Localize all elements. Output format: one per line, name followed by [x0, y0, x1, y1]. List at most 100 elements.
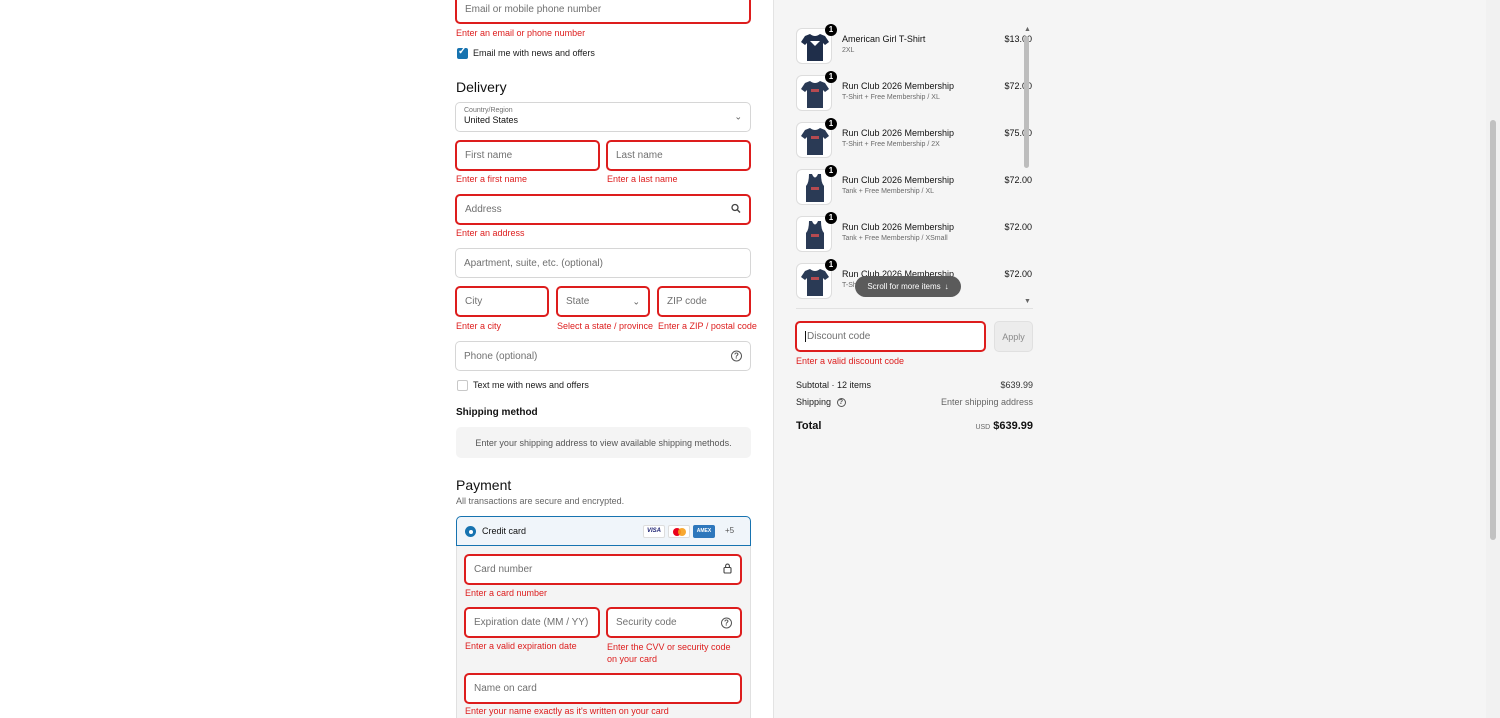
total-row: Total USD $639.99 — [796, 420, 1033, 436]
email-error: Enter an email or phone number — [456, 28, 586, 38]
item-variant: T-Shirt + Free Membership / 2X — [842, 141, 940, 148]
more-brands-label: +5 — [725, 526, 735, 535]
city-field[interactable]: City — [455, 286, 549, 317]
card-number-placeholder: Card number — [474, 564, 533, 575]
cart-scroll-down-icon[interactable]: ▼ — [1024, 298, 1031, 306]
visa-icon: VISA — [643, 525, 665, 538]
scroll-for-more-pill[interactable]: Scroll for more items ↓ — [855, 276, 961, 297]
subtotal-value: $639.99 — [1000, 380, 1033, 390]
quantity-badge: 1 — [825, 259, 837, 271]
quantity-badge: 1 — [825, 165, 837, 177]
zip-placeholder: ZIP code — [667, 296, 707, 307]
zip-field[interactable]: ZIP code — [657, 286, 751, 317]
item-variant: 2XL — [842, 47, 855, 54]
cart-items-list[interactable]: 1 American Girl T-Shirt 2XL $13.00 1 Run Club… — [790, 18, 1040, 309]
chevron-down-icon: ⌄ — [734, 111, 742, 122]
last-name-error: Enter a last name — [607, 174, 678, 184]
apartment-field[interactable]: Apartment, suite, etc. (optional) — [455, 248, 751, 278]
first-name-placeholder: First name — [465, 150, 513, 161]
credit-card-option[interactable]: Credit card VISA AMEX +5 — [456, 516, 751, 546]
item-name: Run Club 2026 Membership — [842, 222, 955, 232]
shipping-notice-text: Enter your shipping address to view avai… — [475, 437, 732, 448]
phone-field[interactable]: Phone (optional) ? — [455, 341, 751, 371]
email-field[interactable]: Email or mobile phone number — [455, 0, 751, 24]
discount-code-field[interactable]: Discount code — [795, 321, 986, 352]
page-scrollbar[interactable] — [1486, 0, 1500, 718]
lock-icon — [723, 563, 732, 577]
chevron-down-icon: ⌄ — [632, 296, 640, 306]
quantity-badge: 1 — [825, 212, 837, 224]
item-name: Run Club 2026 Membership — [842, 128, 955, 138]
payment-heading: Payment — [456, 477, 512, 493]
city-placeholder: City — [465, 296, 483, 307]
credit-card-radio[interactable] — [465, 526, 476, 537]
name-on-card-placeholder: Name on card — [474, 683, 537, 694]
country-label: Country/Region — [464, 107, 513, 114]
name-on-card-error: Enter your name exactly as it's written … — [465, 706, 669, 716]
amex-icon: AMEX — [693, 525, 715, 538]
email-news-label: Email me with news and offers — [473, 48, 595, 58]
country-select[interactable]: Country/Region United States ⌄ — [455, 102, 751, 132]
search-icon — [731, 203, 741, 216]
card-number-error: Enter a card number — [465, 588, 548, 598]
quantity-badge: 1 — [825, 71, 837, 83]
name-on-card-field[interactable]: Name on card — [464, 673, 742, 704]
security-code-field[interactable]: Security code ? — [606, 607, 742, 638]
first-name-field[interactable]: First name — [455, 140, 600, 171]
cart-scroll-up-icon[interactable]: ▲ — [1024, 26, 1031, 34]
quantity-badge: 1 — [825, 118, 837, 130]
first-name-error: Enter a first name — [456, 174, 528, 184]
help-icon[interactable]: ? — [721, 617, 732, 628]
item-variant: T-Shirt + Free Membership / XL — [842, 94, 940, 101]
card-number-field[interactable]: Card number — [464, 554, 742, 585]
payment-subheading: All transactions are secure and encrypte… — [456, 496, 625, 506]
cart-scrollbar-thumb[interactable] — [1024, 36, 1029, 168]
expiry-field[interactable]: Expiration date (MM / YY) — [464, 607, 600, 638]
subtotal-label: Subtotal · 12 items — [796, 380, 872, 390]
item-price: $72.00 — [1004, 175, 1032, 185]
state-error: Select a state / province — [557, 321, 654, 331]
country-value: United States — [464, 115, 519, 125]
zip-error: Enter a ZIP / postal code — [658, 321, 757, 331]
shipping-value: Enter shipping address — [940, 397, 1033, 407]
page-scrollbar-thumb[interactable] — [1490, 120, 1496, 540]
help-icon[interactable]: ? — [731, 350, 742, 362]
item-price: $72.00 — [1004, 269, 1032, 279]
apply-button[interactable]: Apply — [994, 321, 1033, 352]
cart-divider — [796, 308, 1033, 309]
item-variant: Tank + Free Membership / XL — [842, 188, 935, 195]
address-placeholder: Address — [465, 204, 502, 215]
apartment-placeholder: Apartment, suite, etc. (optional) — [464, 257, 603, 269]
address-error: Enter an address — [456, 228, 525, 238]
mastercard-icon — [668, 525, 690, 538]
total-label: Total — [796, 420, 822, 432]
currency-label: USD — [975, 424, 991, 431]
text-news-checkbox[interactable] — [457, 380, 468, 391]
expiry-error: Enter a valid expiration date — [465, 641, 577, 651]
help-icon[interactable]: ? — [836, 398, 846, 408]
expiry-placeholder: Expiration date (MM / YY) — [474, 617, 589, 628]
shipping-label-text: Shipping — [796, 397, 832, 407]
discount-error: Enter a valid discount code — [796, 356, 905, 366]
shipping-notice: Enter your shipping address to view avai… — [456, 427, 751, 458]
email-news-checkbox[interactable] — [457, 46, 468, 59]
state-select[interactable]: State ⌄ — [556, 286, 650, 317]
cart-item: 1 Run Club 2026 Membership Tank + Free Mem… — [796, 212, 1032, 256]
apply-label: Apply — [1002, 331, 1025, 342]
state-placeholder: State — [566, 296, 590, 307]
item-name: Run Club 2026 Membership — [842, 175, 955, 185]
cart-item: 1 Run Club 2026 Membership Tank + Free Mem… — [796, 165, 1032, 209]
address-field[interactable]: Address — [455, 194, 751, 225]
scroll-hint-label: Scroll for more items — [867, 282, 941, 291]
total-value: $639.99 — [993, 420, 1033, 432]
quantity-badge: 1 — [825, 24, 837, 36]
text-news-label: Text me with news and offers — [473, 380, 589, 390]
security-code-placeholder: Security code — [616, 617, 677, 628]
cart-item: 1 Run Club 2026 Membership T-Shirt + Free … — [796, 118, 1032, 162]
cart-item: 1 Run Club 2026 Membership T-Shirt + Free … — [796, 71, 1032, 115]
last-name-placeholder: Last name — [616, 150, 663, 161]
phone-placeholder: Phone (optional) — [464, 350, 538, 362]
security-code-error: Enter the CVV or security code on your c… — [607, 642, 731, 664]
last-name-field[interactable]: Last name — [606, 140, 751, 171]
email-placeholder: Email or mobile phone number — [465, 3, 602, 15]
